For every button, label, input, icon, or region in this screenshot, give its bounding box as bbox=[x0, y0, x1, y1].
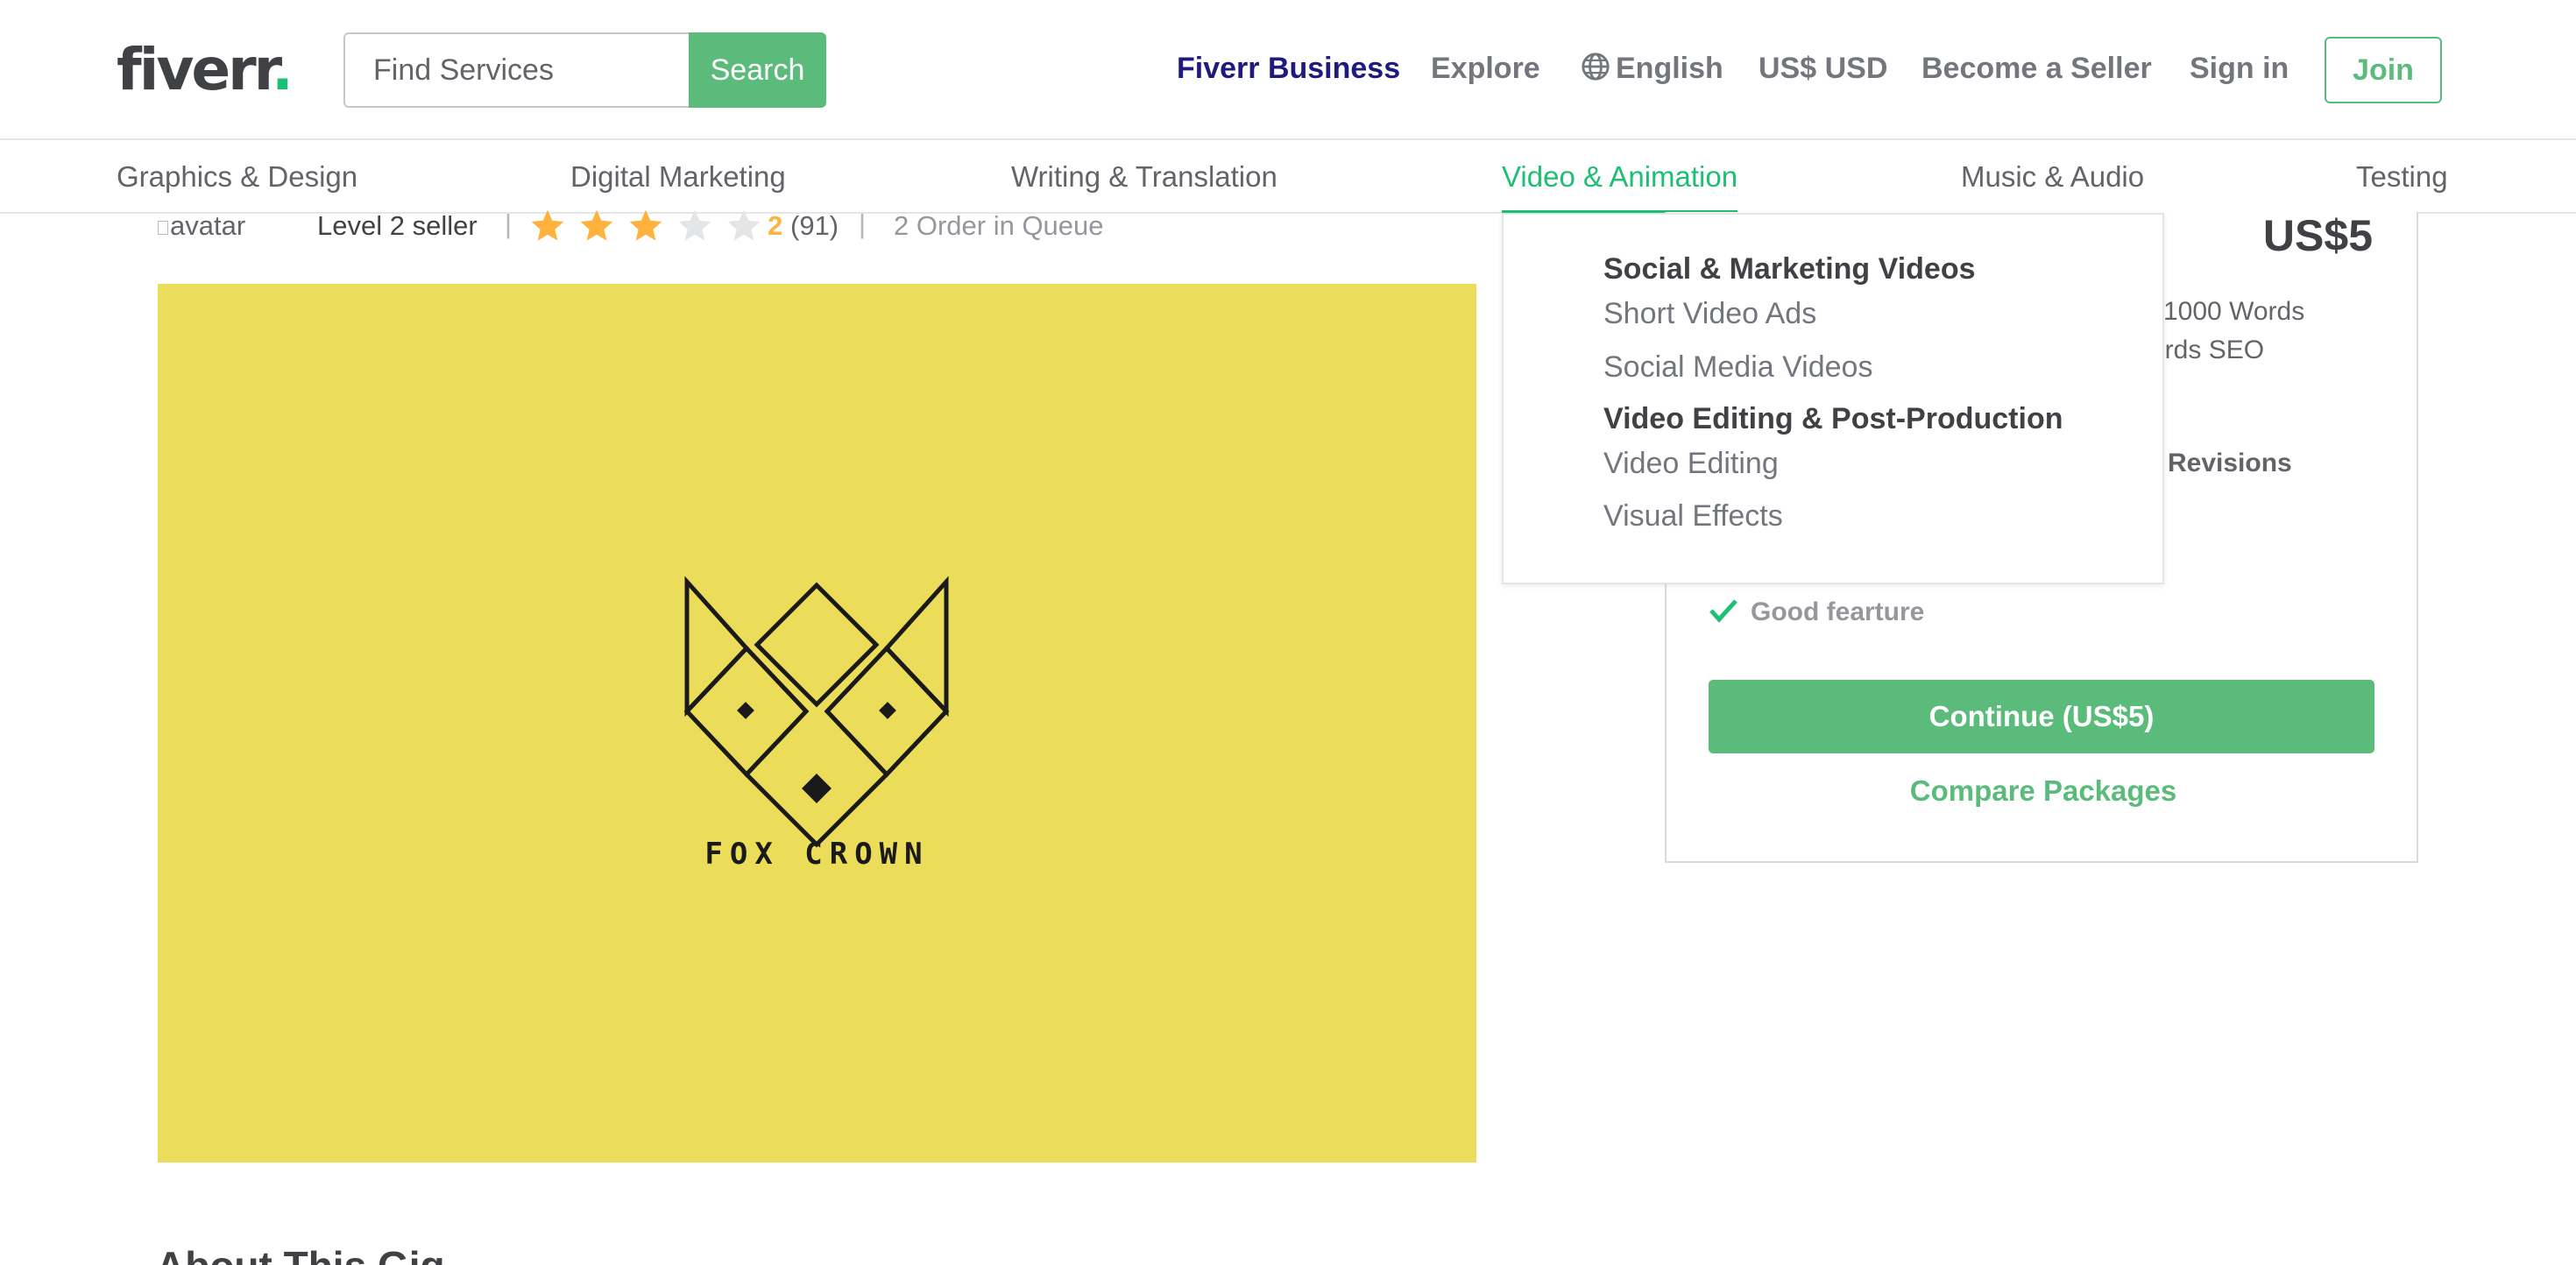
nav-sign-in[interactable]: Sign in bbox=[2190, 49, 2289, 88]
category-testing[interactable]: Testing bbox=[2356, 158, 2448, 196]
package-feature: Good fearture bbox=[1709, 597, 1924, 627]
star-filled-icon bbox=[580, 209, 613, 241]
feature-label: Good fearture bbox=[1751, 597, 1925, 626]
star-filled-icon bbox=[629, 209, 662, 241]
rating-score: 2 bbox=[768, 210, 783, 241]
avatar-alt-text: avatar bbox=[170, 210, 246, 241]
checkmark-icon bbox=[1709, 599, 1737, 623]
category-writing-translation[interactable]: Writing & Translation bbox=[1011, 158, 1277, 196]
star-rating bbox=[528, 207, 774, 247]
category-graphics-design[interactable]: Graphics & Design bbox=[117, 158, 357, 196]
orders-in-queue: 2 Order in Queue bbox=[894, 210, 1104, 241]
dropdown-item-short-video-ads[interactable]: Short Video Ads bbox=[1603, 297, 1816, 331]
category-video-animation[interactable]: Video & Animation bbox=[1502, 158, 1738, 216]
fiverr-logo[interactable]: fiverr. bbox=[117, 36, 294, 103]
video-animation-dropdown: Social & Marketing Videos Short Video Ad… bbox=[1502, 213, 2164, 584]
category-music-audio[interactable]: Music & Audio bbox=[1961, 158, 2144, 196]
dropdown-item-visual-effects[interactable]: Visual Effects bbox=[1603, 499, 1783, 534]
dropdown-group-heading: Video Editing & Post-Production bbox=[1603, 402, 2063, 435]
category-digital-marketing[interactable]: Digital Marketing bbox=[570, 158, 786, 196]
continue-button[interactable]: Continue (US$5) bbox=[1709, 680, 2374, 753]
join-button[interactable]: Join bbox=[2325, 37, 2442, 103]
star-filled-icon bbox=[531, 209, 564, 241]
rating-count[interactable]: (91) bbox=[790, 210, 839, 242]
top-header: fiverr. Search Fiverr Business Explore E… bbox=[0, 0, 2576, 140]
divider: | bbox=[505, 208, 513, 239]
package-price: US$5 bbox=[2262, 211, 2373, 260]
nav-become-seller[interactable]: Become a Seller bbox=[1921, 49, 2152, 88]
package-description-line: x1000 Words bbox=[2150, 297, 2305, 326]
nav-currency[interactable]: US$ USD bbox=[1759, 49, 1887, 88]
nav-language[interactable]: English bbox=[1581, 49, 1723, 88]
language-label: English bbox=[1616, 52, 1723, 85]
package-description-line: ords SEO bbox=[2150, 336, 2265, 364]
seller-avatar[interactable]: avatar bbox=[158, 210, 245, 242]
search-button[interactable]: Search bbox=[689, 32, 826, 108]
fox-crown-logo-icon bbox=[683, 576, 950, 848]
about-gig-heading: About This Gig bbox=[156, 1242, 445, 1265]
dropdown-group-heading: Social & Marketing Videos bbox=[1603, 252, 1976, 286]
seller-overview: avatar Level 2 seller | 2 (91) | 2 Order… bbox=[158, 207, 1209, 247]
divider: | bbox=[859, 208, 867, 239]
category-menu: Graphics & Design Digital Marketing Writ… bbox=[0, 140, 2576, 216]
star-empty-icon bbox=[727, 209, 761, 241]
seller-level: Level 2 seller bbox=[317, 210, 478, 241]
logo-text: fiverr bbox=[117, 36, 274, 103]
nav-explore[interactable]: Explore bbox=[1431, 49, 1540, 88]
broken-image-icon bbox=[158, 221, 168, 235]
package-revisions: Revisions bbox=[2168, 449, 2292, 477]
compare-packages-link[interactable]: Compare Packages bbox=[1667, 774, 2420, 808]
nav-fiverr-business[interactable]: Fiverr Business bbox=[1177, 49, 1400, 88]
star-empty-icon bbox=[678, 209, 711, 241]
gig-image-brand-text: FOX CROWN bbox=[704, 837, 930, 872]
gig-image[interactable]: FOX CROWN bbox=[158, 284, 1476, 1163]
dropdown-item-social-media-videos[interactable]: Social Media Videos bbox=[1603, 350, 1872, 385]
dropdown-item-video-editing[interactable]: Video Editing bbox=[1603, 447, 1779, 481]
globe-icon bbox=[1582, 53, 1610, 81]
search-input[interactable] bbox=[343, 32, 690, 108]
logo-dot: . bbox=[271, 36, 294, 103]
